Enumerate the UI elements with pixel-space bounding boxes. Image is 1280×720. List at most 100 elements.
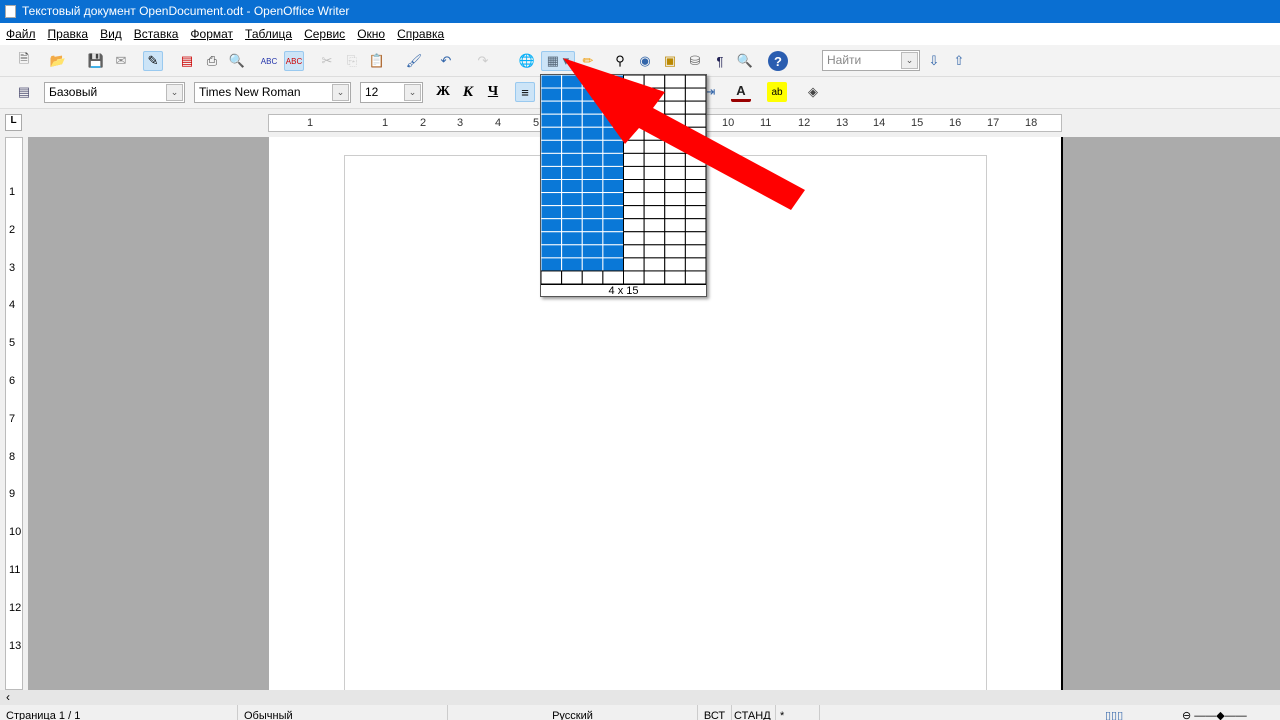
align-left-icon[interactable]: ≡ — [515, 82, 535, 102]
email-icon[interactable]: ✉ — [111, 51, 131, 71]
open-icon[interactable]: 📂 — [48, 51, 68, 71]
styles-icon[interactable]: ▤ — [14, 82, 34, 102]
print-preview-icon[interactable]: 🔍 — [227, 51, 247, 71]
grid-cell[interactable] — [623, 270, 645, 284]
grid-cell[interactable] — [643, 231, 666, 246]
export-pdf-icon[interactable]: ▤ — [177, 51, 197, 71]
grid-cell[interactable] — [623, 231, 645, 246]
new-document-icon[interactable]: 🗎 — [14, 51, 34, 71]
grid-cell-selected[interactable] — [602, 244, 624, 259]
grid-cell-selected[interactable] — [561, 218, 583, 233]
grid-cell[interactable] — [561, 270, 583, 284]
spellcheck-icon[interactable]: ABC — [259, 51, 279, 71]
grid-cell-selected[interactable] — [561, 257, 583, 272]
grid-cell-selected[interactable] — [602, 218, 624, 233]
autospellcheck-icon[interactable]: ABC — [284, 51, 304, 71]
menu-tools[interactable]: Сервис — [304, 23, 345, 45]
grid-cell-selected[interactable] — [541, 218, 563, 233]
font-size-select[interactable]: 12 ⌄ — [360, 82, 423, 103]
grid-cell[interactable] — [623, 257, 645, 272]
grid-cell-selected[interactable] — [581, 244, 604, 259]
grid-cell-selected[interactable] — [581, 218, 604, 233]
menu-view[interactable]: Вид — [100, 23, 122, 45]
status-style[interactable]: Обычный — [238, 705, 448, 720]
zoom-slider[interactable]: ⊖ ——◆—— — [1182, 705, 1280, 720]
chevron-down-icon[interactable]: ⌄ — [332, 84, 349, 101]
ruler-tick-label: 17 — [987, 117, 1000, 129]
menu-window[interactable]: Окно — [357, 23, 385, 45]
horizontal-scrollbar[interactable]: ‹ — [0, 690, 1280, 705]
grid-cell[interactable] — [643, 244, 666, 259]
menu-edit[interactable]: Правка — [48, 23, 89, 45]
menu-file[interactable]: Файл — [6, 23, 36, 45]
grid-cell-selected[interactable] — [541, 257, 563, 272]
status-language[interactable]: Русский — [448, 705, 698, 720]
ruler-tick-label: 5 — [533, 117, 540, 129]
grid-cell[interactable] — [684, 231, 706, 246]
font-name-select[interactable]: Times New Roman ⌄ — [194, 82, 351, 103]
find-input[interactable]: Найти ⌄ — [822, 50, 920, 71]
status-insert-mode[interactable]: ВСТ — [698, 705, 732, 720]
grid-cell-selected[interactable] — [561, 231, 583, 246]
ruler-tick-label: 3 — [9, 261, 16, 274]
grid-cell[interactable] — [684, 270, 706, 284]
grid-cell-selected[interactable] — [541, 244, 563, 259]
cut-icon[interactable]: ✂ — [317, 51, 337, 71]
find-previous-icon[interactable]: ⇧ — [949, 51, 969, 71]
grid-cell-selected[interactable] — [602, 257, 624, 272]
window-title: Текстовый документ OpenDocument.odt - Op… — [22, 4, 350, 18]
grid-cell-selected[interactable] — [541, 231, 563, 246]
copy-icon[interactable]: ⎘ — [342, 51, 362, 71]
grid-cell[interactable] — [541, 270, 563, 284]
view-layout-icons[interactable]: ▯▯▯ — [1105, 705, 1175, 720]
print-icon[interactable]: ⎙ — [202, 51, 222, 71]
grid-cell[interactable] — [623, 218, 645, 233]
title-bar: Текстовый документ OpenDocument.odt - Op… — [0, 0, 1280, 23]
grid-cell-selected[interactable] — [581, 257, 604, 272]
grid-cell[interactable] — [664, 244, 686, 259]
grid-cell[interactable] — [643, 270, 666, 284]
grid-cell[interactable] — [664, 231, 686, 246]
grid-cell-selected[interactable] — [602, 231, 624, 246]
menu-table[interactable]: Таблица — [245, 23, 292, 45]
grid-cell[interactable] — [664, 218, 686, 233]
menu-insert[interactable]: Вставка — [134, 23, 179, 45]
status-selection-mode[interactable]: СТАНД — [732, 705, 776, 720]
menu-help[interactable]: Справка — [397, 23, 444, 45]
hyperlink-icon[interactable]: 🌐 — [517, 51, 537, 71]
ruler-tick-label: 1 — [9, 186, 16, 198]
chevron-down-icon[interactable]: ⌄ — [901, 52, 918, 69]
grid-cell-selected[interactable] — [561, 244, 583, 259]
scroll-left-icon[interactable]: ‹ — [6, 690, 10, 704]
paragraph-style-select[interactable]: Базовый ⌄ — [44, 82, 185, 103]
redo-icon[interactable]: ↷ — [473, 51, 493, 71]
grid-cell[interactable] — [643, 218, 666, 233]
menu-format[interactable]: Формат — [190, 23, 233, 45]
grid-cell[interactable] — [664, 257, 686, 272]
find-next-icon[interactable]: ⇩ — [924, 51, 944, 71]
italic-button[interactable]: К — [458, 82, 478, 102]
grid-cell[interactable] — [664, 270, 686, 284]
ruler-tick-label: 11 — [9, 564, 21, 576]
grid-cell[interactable] — [643, 257, 666, 272]
grid-cell[interactable] — [623, 244, 645, 259]
grid-cell[interactable] — [581, 270, 604, 284]
grid-cell[interactable] — [602, 270, 624, 284]
grid-cell[interactable] — [684, 244, 706, 259]
tab-stop-icon[interactable]: L — [5, 114, 22, 131]
status-page: Страница 1 / 1 — [0, 705, 238, 720]
format-paintbrush-icon[interactable]: 🖌 — [404, 51, 424, 71]
vertical-ruler[interactable]: 1 2 3 4 5 6 7 8 9 10 11 12 13 — [5, 137, 23, 690]
edit-mode-icon[interactable]: ✎ — [143, 51, 163, 71]
paste-icon[interactable]: 📋 — [367, 51, 387, 71]
grid-cell-selected[interactable] — [581, 231, 604, 246]
grid-cell[interactable] — [684, 218, 706, 233]
save-icon[interactable]: 💾 — [86, 51, 106, 71]
undo-icon[interactable]: ↶ — [436, 51, 456, 71]
ruler-tick-label: 8 — [9, 450, 16, 463]
grid-cell[interactable] — [684, 257, 706, 272]
underline-button[interactable]: Ч — [483, 82, 503, 102]
chevron-down-icon[interactable]: ⌄ — [404, 84, 421, 101]
chevron-down-icon[interactable]: ⌄ — [166, 84, 183, 101]
bold-button[interactable]: Ж — [433, 82, 453, 102]
